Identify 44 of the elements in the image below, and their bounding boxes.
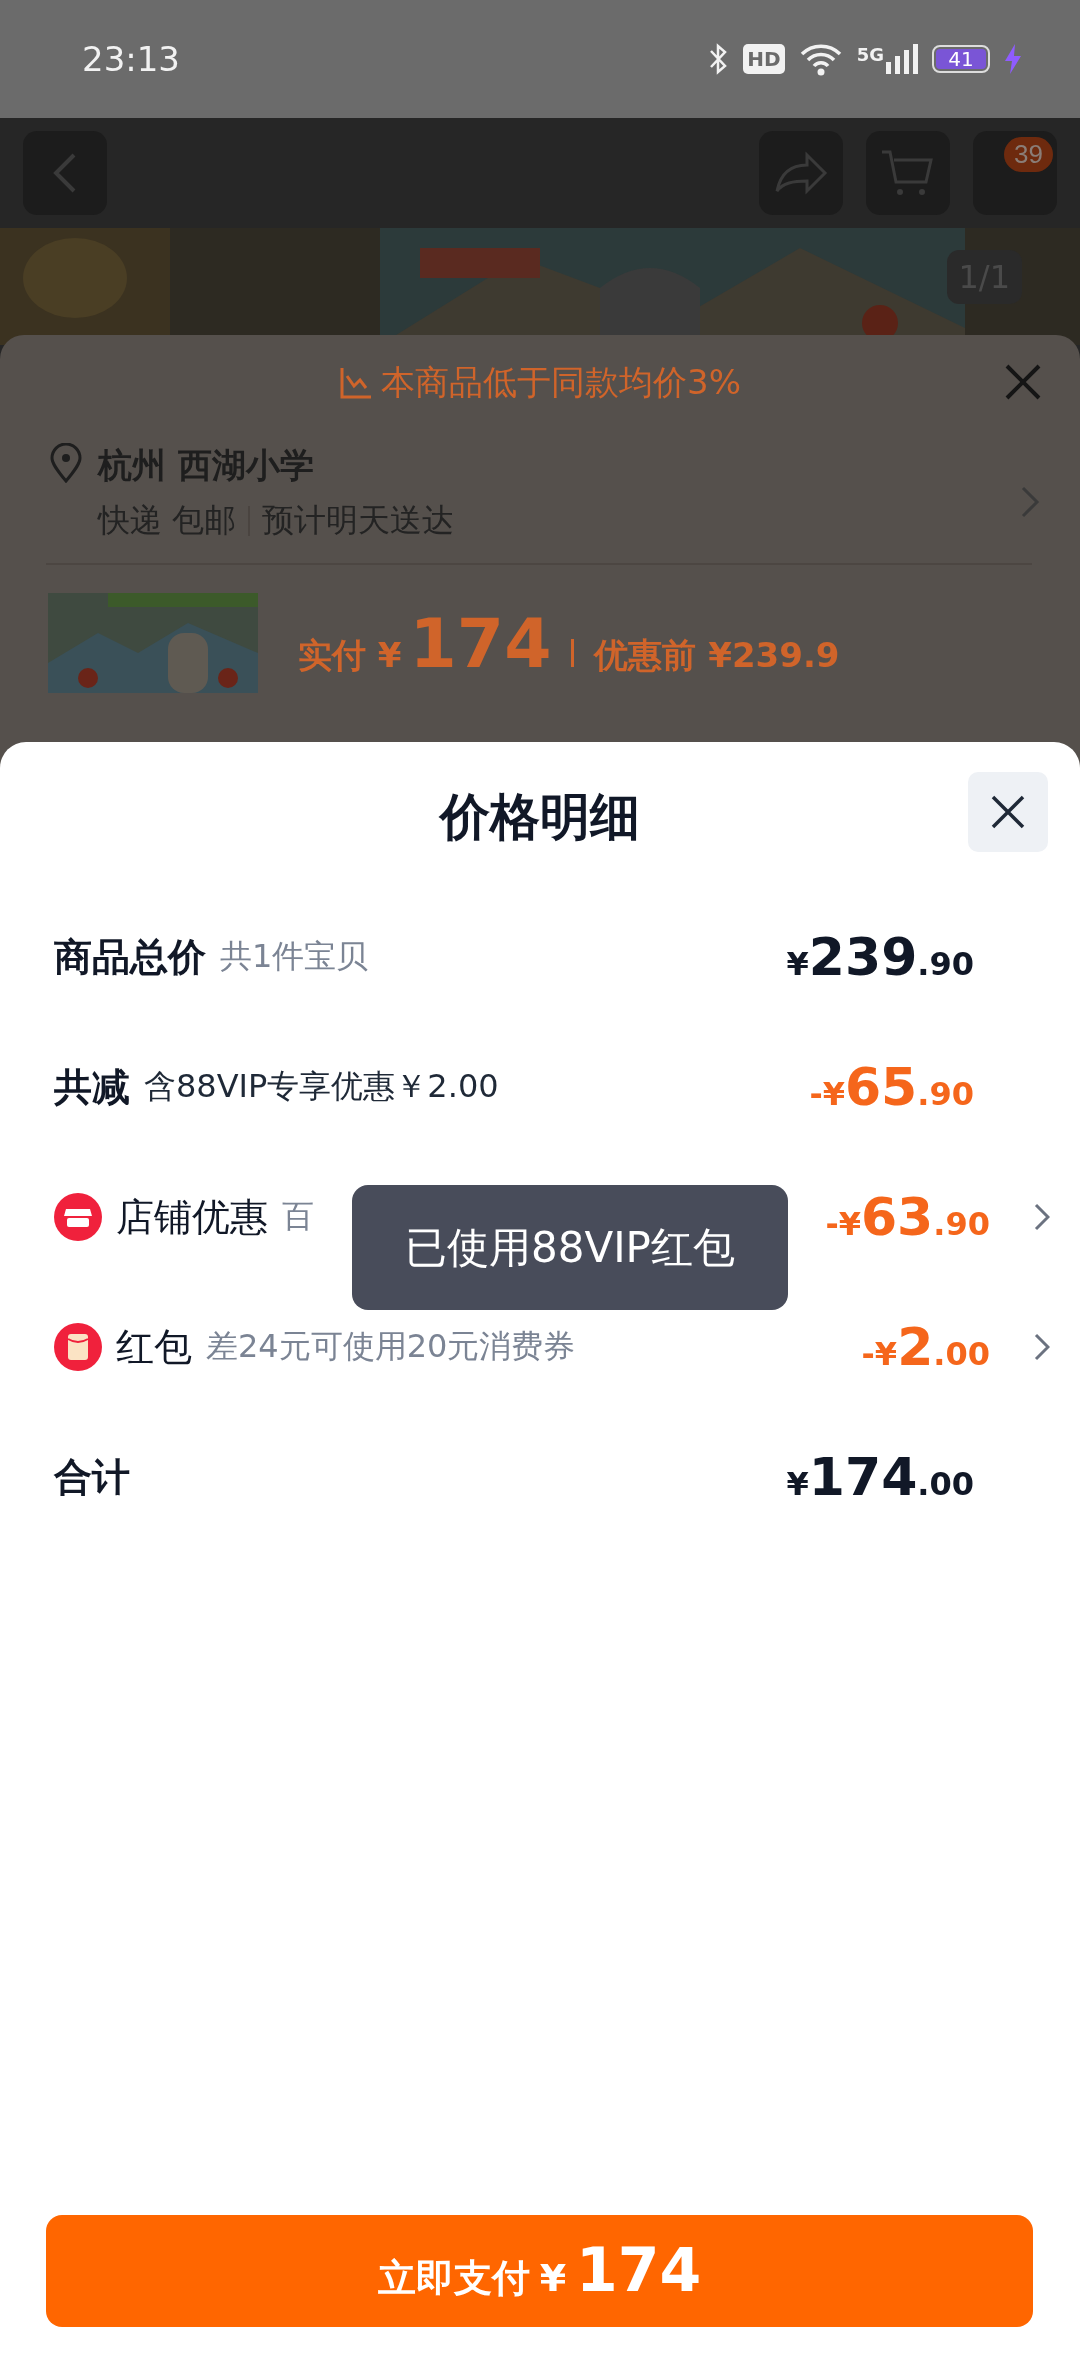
- share-icon: [773, 151, 829, 195]
- close-icon[interactable]: [1004, 363, 1042, 401]
- wifi-icon: [798, 42, 843, 76]
- price-label: 实付 ¥: [298, 633, 402, 677]
- envelope-icon: [54, 1323, 102, 1371]
- chevron-right-icon[interactable]: [1034, 1203, 1050, 1231]
- store-icon: [54, 1193, 102, 1241]
- close-icon: [990, 794, 1026, 830]
- back-button[interactable]: [23, 131, 107, 215]
- row-note: 含88VIP专享优惠￥2.00: [144, 1066, 499, 1107]
- discount-amount: -¥63.90: [825, 1187, 990, 1247]
- chevron-right-icon[interactable]: [1034, 1333, 1050, 1361]
- signal-icon: [886, 44, 918, 74]
- share-button[interactable]: [759, 131, 843, 215]
- discount-amount: -¥65.90: [809, 1057, 974, 1117]
- cart-icon: [880, 148, 936, 198]
- price-amount: ¥174.00: [786, 1447, 974, 1507]
- discount-amount: -¥2.00: [861, 1317, 990, 1377]
- network-type: 5G: [856, 44, 884, 65]
- more-button[interactable]: 39: [973, 131, 1057, 215]
- price-banner-text: 本商品低于同款均价3%: [381, 361, 741, 404]
- toast-message: 已使用88VIP红包: [352, 1185, 788, 1310]
- battery-indicator: 41: [932, 45, 990, 73]
- original-price: 优惠前 ¥239.9: [594, 633, 840, 677]
- count-badge: 39: [1004, 137, 1053, 172]
- row-label: 商品总价: [54, 933, 206, 981]
- total-label: 合计: [54, 1453, 130, 1501]
- pay-now-button[interactable]: 立即支付 ¥ 174: [46, 2215, 1033, 2327]
- clock-time: 23:13: [82, 39, 181, 79]
- cart-button[interactable]: [866, 131, 950, 215]
- trend-chart-icon: [339, 366, 373, 400]
- sheet-title: 价格明细: [440, 786, 640, 848]
- row-note: 差24元可使用20元消费券: [206, 1326, 576, 1367]
- location-pin-icon: [48, 443, 84, 483]
- close-button[interactable]: [968, 772, 1048, 852]
- row-note: 百: [282, 1196, 314, 1237]
- row-label: 共减: [54, 1063, 130, 1111]
- paid-price: 174: [409, 603, 552, 683]
- row-label: 红包: [116, 1323, 192, 1371]
- hd-indicator: HD: [743, 44, 785, 74]
- charging-icon: [1004, 44, 1022, 74]
- row-note: 共1件宝贝: [220, 936, 369, 977]
- price-amount: ¥239.90: [786, 927, 974, 987]
- row-label: 店铺优惠: [116, 1193, 268, 1241]
